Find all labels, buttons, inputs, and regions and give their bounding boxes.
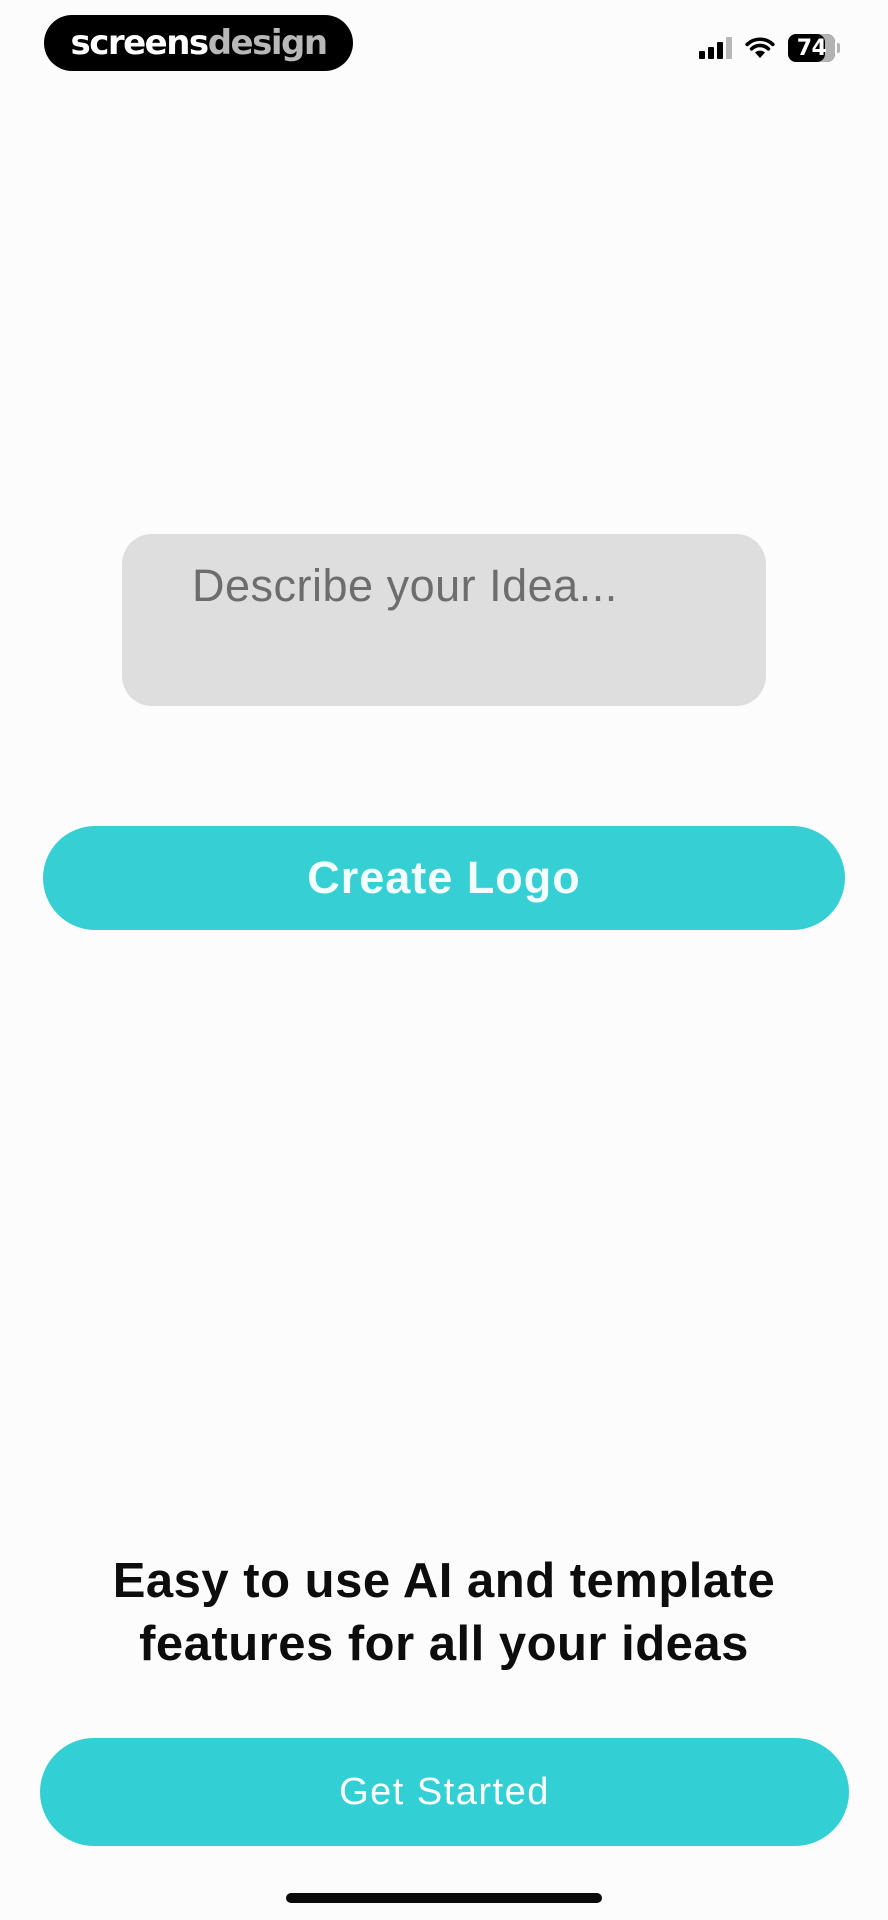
watermark-part-design: design <box>207 23 328 63</box>
create-logo-label: Create Logo <box>307 852 581 903</box>
headline-line-2: features for all your ideas <box>139 1617 749 1671</box>
battery-icon: 74 <box>788 34 840 62</box>
status-bar: 74 <box>699 32 840 64</box>
home-indicator[interactable] <box>286 1893 602 1903</box>
wifi-icon <box>745 37 775 58</box>
watermark-part-screens: screens <box>70 23 209 63</box>
onboarding-headline: Easy to use AI and template features for… <box>0 1550 888 1676</box>
create-logo-button[interactable]: Create Logo <box>43 826 845 930</box>
get-started-label: Get Started <box>339 1770 550 1813</box>
get-started-button[interactable]: Get Started <box>40 1738 849 1846</box>
headline-line-1: Easy to use AI and template <box>112 1554 776 1608</box>
screensdesign-watermark: screens design <box>44 15 353 71</box>
idea-input-placeholder: Describe your Idea... <box>192 560 618 611</box>
describe-idea-input[interactable]: Describe your Idea... <box>122 534 766 706</box>
battery-level: 74 <box>788 34 836 62</box>
cellular-signal-icon <box>699 37 732 59</box>
